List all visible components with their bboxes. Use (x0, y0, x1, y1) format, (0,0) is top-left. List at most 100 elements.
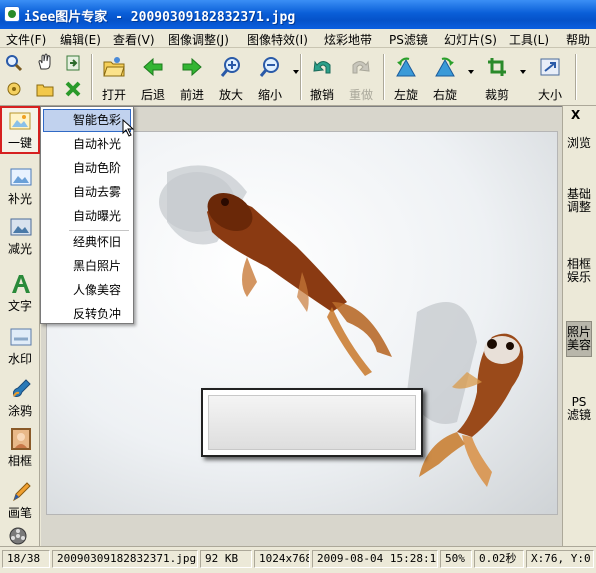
zoom-out-label: 缩小 (257, 88, 282, 102)
one-click-button[interactable]: 一键 (0, 106, 40, 154)
crop-label: 裁剪 (484, 88, 509, 102)
zoom-out-icon (259, 57, 279, 77)
resize-label: 大小 (537, 88, 562, 102)
tab-photo-beauty[interactable]: 照片美容 (566, 321, 592, 357)
zoom-dropdown-arrow[interactable] (293, 70, 299, 74)
right-tab-panel: X 浏览 基础调整 相框娱乐 照片美容 PS滤镜 (562, 106, 596, 546)
crop-dropdown-arrow[interactable] (520, 70, 526, 74)
menu-slideshow[interactable]: 幻灯片(S) (444, 31, 497, 48)
menu-auto-levels[interactable]: 自动色阶 (43, 157, 131, 180)
menu-tools[interactable]: 工具(L) (509, 31, 549, 48)
reduce-light-label: 减光 (7, 242, 32, 256)
toolbar: 打开 后退 前进 放大 缩小 撤销 重做 左旋 右旋 裁剪 大小 (0, 48, 596, 106)
menu-auto-dehaze[interactable]: 自动去雾 (43, 181, 131, 204)
menu-auto-fill-light[interactable]: 自动补光 (43, 133, 131, 156)
magic-photo-icon (9, 112, 31, 130)
rotate-left-icon (396, 57, 416, 77)
tab-ps-filter-label: PS滤镜 (566, 395, 591, 422)
portrait-frame-icon (11, 428, 31, 450)
rotate-right-label: 右旋 (432, 88, 457, 102)
brighten-icon (10, 168, 32, 186)
rotate-right-button[interactable]: 右旋 (425, 52, 465, 102)
zoom-out-button[interactable]: 缩小 (250, 52, 290, 102)
reduce-light-button[interactable]: 减光 (2, 212, 38, 260)
fill-light-label: 补光 (7, 192, 32, 206)
redo-icon (352, 60, 370, 74)
menu-classic-nostalgia[interactable]: 经典怀旧 (43, 231, 131, 254)
status-coords: X:76, Y:0 (526, 550, 594, 568)
settings-icon[interactable] (5, 80, 23, 98)
mouse-cursor-icon (122, 119, 135, 137)
rotate-right-icon (435, 57, 455, 77)
menu-view[interactable]: 查看(V) (113, 31, 155, 48)
brush-button[interactable]: 画笔 (2, 476, 38, 524)
status-datetime: 2009-08-04 15:28:18 (312, 550, 438, 568)
one-click-label: 一键 (7, 136, 32, 150)
text-icon (12, 275, 30, 293)
menu-smart-color[interactable]: 智能色彩 (43, 109, 131, 132)
arrow-left-icon (143, 57, 163, 77)
text-label: 文字 (7, 299, 32, 313)
menu-edit[interactable]: 编辑(E) (60, 31, 101, 48)
frame-button[interactable]: 相框 (2, 424, 38, 472)
status-bar: 18/38 20090309182832371.jpg 92 KB 1024x7… (0, 546, 596, 573)
tab-frame-fun[interactable]: 相框娱乐 (566, 254, 592, 288)
status-filename: 20090309182832371.jpg (52, 550, 198, 568)
pen-icon (13, 482, 31, 502)
rotate-dropdown-arrow[interactable] (468, 70, 474, 74)
open-folder-icon (103, 57, 125, 77)
menu-auto-exposure[interactable]: 自动曝光 (43, 205, 131, 228)
left-tool-panel: 一键 补光 减光 文字 水印 涂鸦 相框 画笔 (0, 106, 40, 546)
menu-color-zone[interactable]: 炫彩地带 (324, 31, 372, 48)
app-window: iSee图片专家 - 20090309182832371.jpg 文件(F) 编… (0, 0, 596, 573)
toolbar-separator (575, 54, 577, 100)
menu-cross-process[interactable]: 反转负冲 (43, 303, 131, 326)
menu-bar: 文件(F) 编辑(E) 查看(V) 图像调整(J) 图像特效(I) 炫彩地带 P… (0, 29, 596, 48)
resize-button[interactable]: 大小 (530, 52, 570, 102)
hand-icon[interactable] (36, 53, 54, 71)
tab-basic-adjust[interactable]: 基础调整 (566, 184, 592, 218)
menu-black-white[interactable]: 黑白照片 (43, 255, 131, 278)
folder-icon[interactable] (36, 80, 54, 98)
resize-icon (540, 58, 560, 76)
status-index: 18/38 (2, 550, 50, 568)
tab-browse-label: 浏览 (566, 136, 591, 150)
tab-frame-fun-label: 相框娱乐 (566, 257, 591, 284)
watermark-button[interactable]: 水印 (2, 322, 38, 370)
undo-icon (313, 60, 331, 74)
menu-image-adjust[interactable]: 图像调整(J) (168, 31, 229, 48)
app-icon (4, 6, 20, 22)
status-time: 0.02秒 (474, 550, 524, 568)
dialog-content (208, 395, 416, 450)
doodle-button[interactable]: 涂鸦 (2, 374, 38, 422)
menu-help[interactable]: 帮助 (566, 31, 590, 48)
menu-image-effects[interactable]: 图像特效(I) (247, 31, 308, 48)
brush-label: 画笔 (7, 506, 32, 520)
delete-icon[interactable] (64, 80, 82, 98)
search-icon[interactable] (5, 54, 23, 72)
watermark-label: 水印 (7, 352, 32, 366)
title-bar[interactable]: iSee图片专家 - 20090309182832371.jpg (0, 0, 596, 29)
fill-light-button[interactable]: 补光 (2, 162, 38, 210)
paintbrush-icon (13, 379, 31, 397)
menu-ps-filter[interactable]: PS滤镜 (389, 31, 428, 48)
watermark-icon (10, 328, 32, 346)
status-filesize: 92 KB (200, 550, 252, 568)
close-panel-button[interactable]: X (571, 108, 580, 122)
tab-photo-beauty-label: 照片美容 (567, 325, 592, 352)
text-button[interactable]: 文字 (2, 269, 38, 317)
zoom-in-icon (220, 57, 240, 77)
status-dimensions: 1024x768 (254, 550, 310, 568)
tab-basic-adjust-label: 基础调整 (566, 187, 591, 214)
tab-ps-filter[interactable]: PS滤镜 (566, 392, 592, 426)
crop-button[interactable]: 裁剪 (477, 52, 517, 102)
darken-icon (10, 218, 32, 236)
export-icon[interactable] (64, 54, 82, 72)
arrow-right-icon (182, 57, 202, 77)
menu-portrait-beauty[interactable]: 人像美容 (43, 279, 131, 302)
redo-button[interactable]: 重做 (341, 52, 381, 102)
menu-file[interactable]: 文件(F) (6, 31, 46, 48)
doodle-label: 涂鸦 (7, 404, 32, 418)
tab-browse[interactable]: 浏览 (566, 133, 592, 154)
film-reel-icon[interactable] (7, 526, 29, 546)
